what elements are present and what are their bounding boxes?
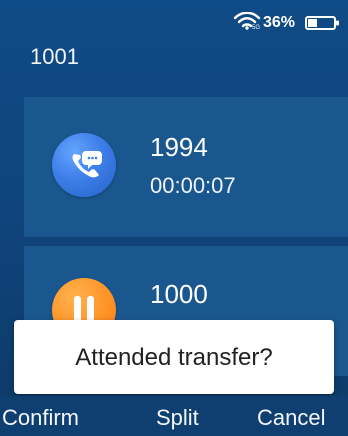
svg-text:5G: 5G xyxy=(252,25,260,30)
cancel-button[interactable]: Cancel xyxy=(257,404,325,432)
phone-screen: 5G 36% 1001 1994 00:00:07 1000 Attended … xyxy=(0,0,348,436)
phone-chat-icon xyxy=(72,151,102,178)
battery-percent: 36% xyxy=(263,14,296,31)
softkey-bar: Confirm Split Cancel xyxy=(0,396,348,436)
battery-icon xyxy=(305,16,339,30)
caller-number: 1000 xyxy=(150,279,208,309)
attended-transfer-dialog: Attended transfer? xyxy=(14,320,334,394)
split-button[interactable]: Split xyxy=(156,404,199,432)
call-duration: 00:00:07 xyxy=(150,173,236,198)
dialog-message: Attended transfer? xyxy=(75,344,273,371)
wifi-icon: 5G xyxy=(233,12,260,30)
active-call-avatar xyxy=(52,133,116,197)
confirm-button[interactable]: Confirm xyxy=(2,404,79,432)
caller-number: 1994 xyxy=(150,132,208,162)
account-number: 1001 xyxy=(30,44,79,69)
status-bar: 5G 36% xyxy=(0,0,348,36)
